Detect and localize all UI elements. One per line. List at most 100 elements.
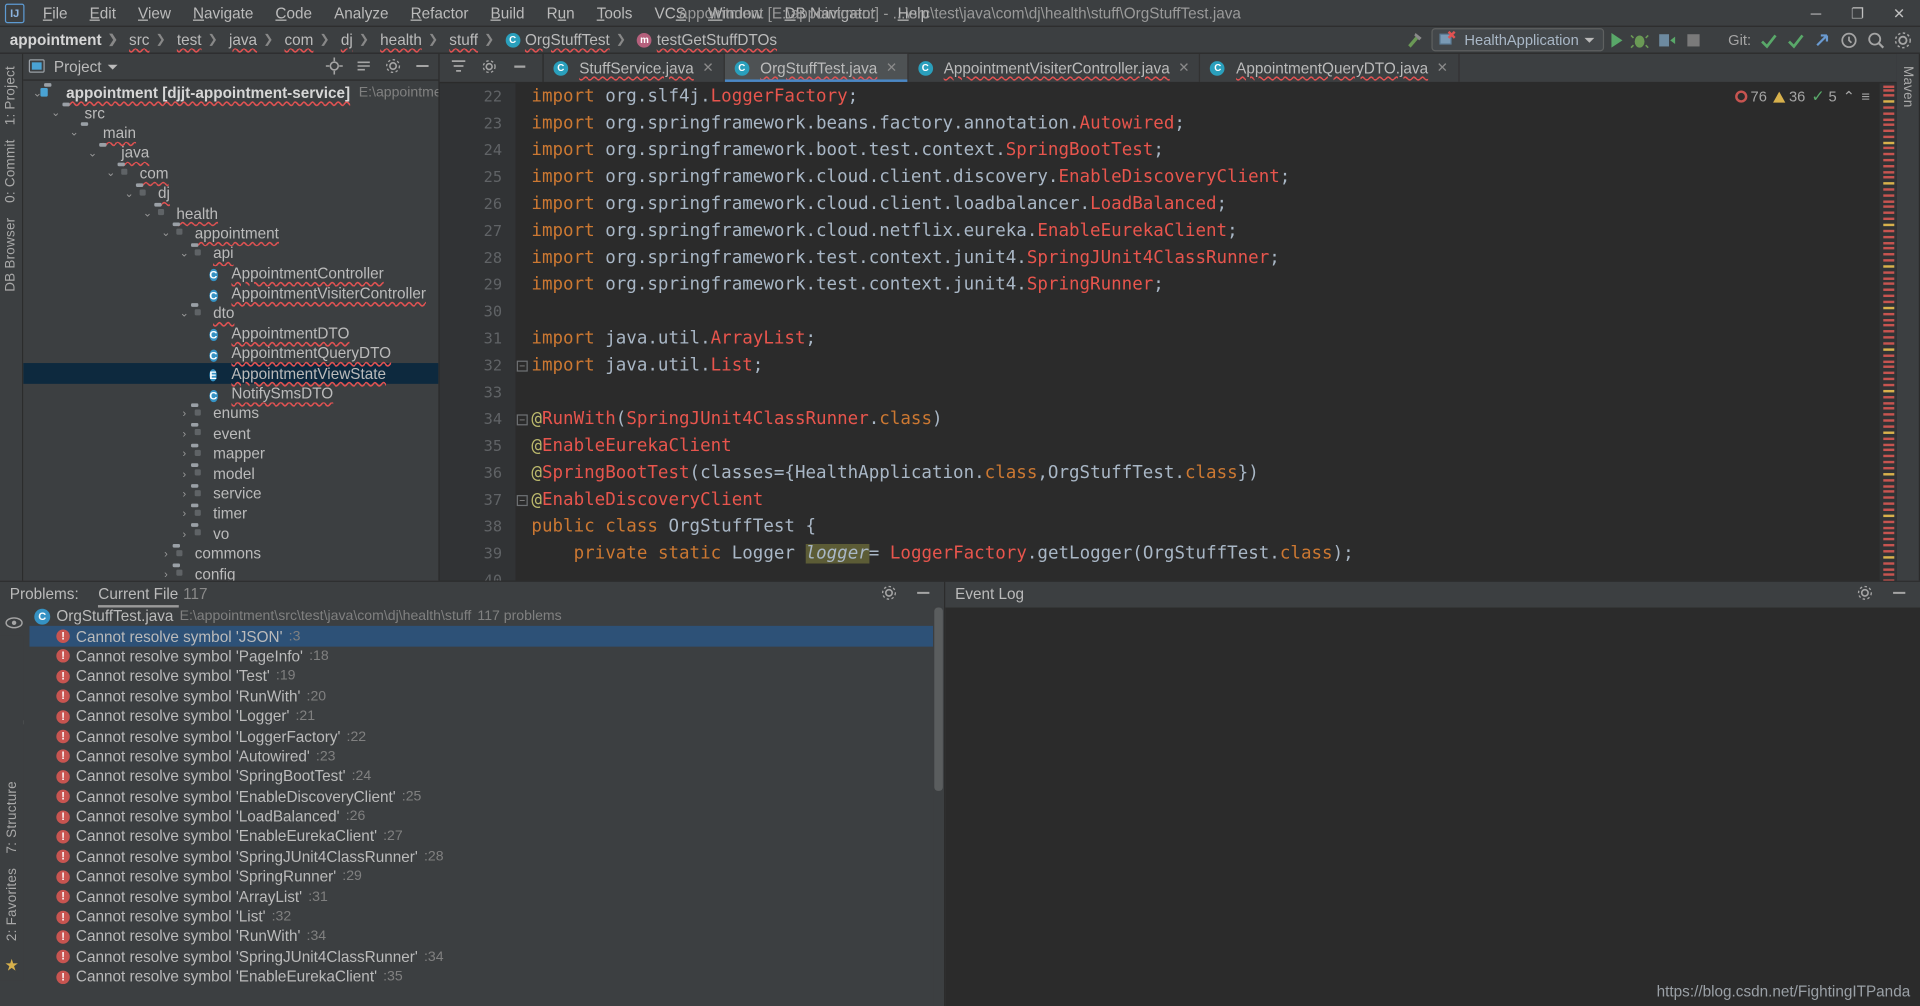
inspection-marker[interactable] (1883, 531, 1895, 535)
inspection-marker[interactable] (1883, 288, 1895, 291)
problem-row[interactable]: ! Cannot resolve symbol 'LoadBalanced':26 (29, 807, 933, 827)
breadcrumb-com[interactable]: com ❯ (282, 31, 338, 48)
tree-node[interactable]: C AppointmentQueryDTO (23, 344, 438, 364)
inspection-marker[interactable] (1883, 259, 1895, 262)
tree-node[interactable]: › event (23, 424, 438, 444)
tree-node[interactable]: › vo (23, 524, 438, 544)
run-with-coverage-button[interactable] (1657, 30, 1677, 50)
gutter-line-number[interactable]: 40 (440, 567, 516, 581)
code-line[interactable] (531, 298, 1896, 325)
tree-node[interactable]: › config (23, 564, 438, 580)
inspection-marker[interactable] (1883, 413, 1895, 416)
rail-item-favorites[interactable]: 2: Favorites (4, 861, 19, 949)
inspection-marker[interactable] (1883, 490, 1895, 493)
inspection-marker[interactable] (1883, 323, 1895, 327)
tree-node[interactable]: › enums (23, 404, 438, 424)
inspection-marker[interactable] (1883, 265, 1895, 268)
inspection-marker[interactable] (1883, 135, 1895, 139)
gutter-line-number[interactable]: 39 (440, 540, 516, 567)
tree-node[interactable]: C AppointmentDTO (23, 324, 438, 344)
breadcrumb-appointment[interactable]: appointment ❯ (7, 31, 126, 48)
code-line[interactable]: import org.springframework.cloud.client.… (531, 164, 1896, 191)
gutter-line-number[interactable]: 23 (440, 110, 516, 137)
tree-node[interactable]: ⌄ appointment (23, 223, 438, 243)
gutter-line-number[interactable]: 33 (440, 379, 516, 406)
inspection-marker[interactable] (1883, 106, 1895, 109)
inspection-marker[interactable] (1883, 425, 1895, 428)
inspection-marker[interactable] (1883, 319, 1895, 322)
tree-node[interactable]: ⌄ health (23, 203, 438, 223)
code-line[interactable]: @RunWith(SpringJUnit4ClassRunner.class) (531, 406, 1896, 433)
maximize-button[interactable]: ❐ (1837, 0, 1879, 26)
inspection-marker[interactable] (1883, 377, 1895, 381)
breadcrumb-src[interactable]: src ❯ (127, 31, 175, 48)
inspection-marker[interactable] (1883, 543, 1895, 547)
inspection-marker[interactable] (1883, 389, 1895, 393)
close-icon[interactable]: ✕ (1178, 60, 1189, 76)
problem-row[interactable]: ! Cannot resolve symbol 'List':32 (29, 907, 933, 927)
git-history-icon[interactable] (1839, 30, 1859, 50)
menu-analyze[interactable]: Analyze (323, 2, 400, 24)
chevron-down-icon[interactable]: ⌄ (67, 126, 80, 139)
inspection-marker[interactable] (1883, 152, 1895, 156)
tree-node[interactable]: ⌄ dto (23, 304, 438, 324)
problem-row[interactable]: ! Cannot resolve symbol 'Logger':21 (29, 706, 933, 726)
code-fold-icon[interactable]: − (516, 360, 528, 372)
problem-row[interactable]: ! Cannot resolve symbol 'Autowired':23 (29, 747, 933, 767)
tree-node[interactable]: ⌄ dj (23, 183, 438, 203)
problems-settings-gear-icon[interactable] (880, 584, 900, 604)
problem-row[interactable]: ! Cannot resolve symbol 'Test':19 (29, 666, 933, 686)
menu-vcs[interactable]: VCS (643, 2, 697, 24)
code-fold-icon[interactable]: − (516, 495, 528, 507)
editor-tab-appointmentvisitercontroller[interactable]: C AppointmentVisiterController.java ✕ (908, 53, 1201, 82)
minimize-pane-icon[interactable] (512, 58, 532, 78)
breadcrumb-java[interactable]: java ❯ (227, 31, 283, 48)
inspection-marker[interactable] (1883, 312, 1895, 316)
gutter-line-number[interactable]: 35 (440, 433, 516, 460)
editor-gutter[interactable]: 22 23 24 25 26 27 28 29 30 31 32−33 34−35 36 37−38 39 4… (439, 83, 528, 581)
chevron-right-icon[interactable]: › (178, 528, 191, 540)
tree-node[interactable]: ⌄ main (23, 123, 438, 143)
problem-row[interactable]: ! Cannot resolve symbol 'RunWith':34 (29, 927, 933, 947)
inspection-marker[interactable] (1883, 556, 1895, 559)
gutter-line-number[interactable]: 32− (440, 352, 528, 379)
inspection-marker[interactable] (1883, 205, 1895, 208)
chevron-right-icon[interactable]: › (159, 568, 172, 580)
tree-node[interactable]: ⌄ appointment [djjt-appointment-service] E… (23, 83, 439, 103)
tree-node[interactable]: ⌄ src (23, 103, 438, 123)
code-line[interactable]: import org.springframework.cloud.client.… (531, 191, 1896, 218)
code-line[interactable]: import org.springframework.test.context.… (531, 244, 1896, 271)
inspection-marker[interactable] (1883, 182, 1895, 185)
problem-row[interactable]: ! Cannot resolve symbol 'SpringJUnit4Clas… (29, 847, 933, 867)
inspection-marker[interactable] (1883, 277, 1895, 280)
chevron-right-icon[interactable]: › (178, 508, 191, 520)
event-log-content[interactable] (945, 607, 1920, 1006)
code-line[interactable] (531, 379, 1896, 406)
inspection-marker-strip[interactable] (1879, 83, 1897, 581)
gutter-line-number[interactable]: 22 (440, 83, 516, 110)
problem-row[interactable]: ! Cannot resolve symbol 'JSON':3 (29, 626, 934, 647)
preview-eye-icon[interactable] (5, 614, 25, 634)
inspection-marker[interactable] (1883, 89, 1895, 92)
gutter-line-number[interactable]: 24 (440, 137, 516, 164)
editor-tab-appointmentquerydto[interactable]: C AppointmentQueryDTO.java ✕ (1201, 53, 1459, 82)
menu-tools[interactable]: Tools (586, 2, 644, 24)
menu-help[interactable]: Help (887, 2, 941, 24)
menu-refactor[interactable]: Refactor (400, 2, 480, 24)
git-update-icon[interactable] (1758, 30, 1778, 50)
rail-item-commit[interactable]: 0: Commit (4, 133, 19, 211)
inspection-marker[interactable] (1883, 200, 1895, 203)
run-configuration-selector[interactable]: HealthApplication (1431, 28, 1605, 52)
inspection-marker[interactable] (1883, 437, 1895, 441)
gutter-line-number[interactable]: 28 (440, 244, 516, 271)
gutter-line-number[interactable]: 36 (440, 460, 516, 487)
code-fold-icon[interactable]: − (516, 414, 528, 426)
inspection-marker[interactable] (1883, 300, 1895, 304)
tree-node[interactable]: C AppointmentController (23, 263, 438, 283)
problem-row[interactable]: ! Cannot resolve symbol 'RunWith':20 (29, 686, 933, 706)
inspection-marker[interactable] (1883, 94, 1895, 97)
inspection-marker[interactable] (1883, 407, 1895, 410)
menu-file[interactable]: File (32, 2, 79, 24)
code-line[interactable] (531, 567, 1896, 580)
debug-button[interactable] (1630, 30, 1650, 50)
